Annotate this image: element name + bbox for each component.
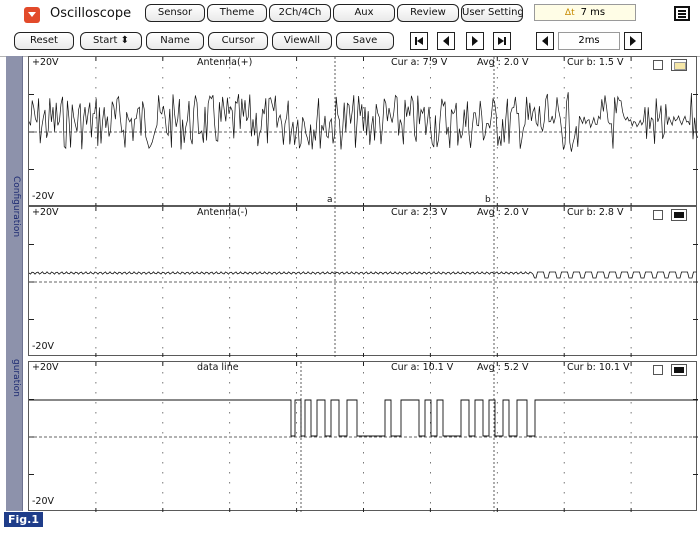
channel-2-color-swatch[interactable] bbox=[671, 209, 687, 221]
next-frame-button[interactable] bbox=[466, 32, 484, 50]
channel-1-average: Avg : 2.0 V bbox=[477, 57, 529, 68]
channel-3-cursor-b: Cur b: 10.1 V bbox=[567, 362, 630, 373]
channel-2-color-fill bbox=[674, 212, 684, 218]
last-frame-button[interactable] bbox=[493, 32, 511, 50]
configuration-tab[interactable]: Configuration bbox=[6, 56, 23, 356]
theme-button[interactable]: Theme bbox=[207, 4, 267, 22]
configuration-tab-label: Configuration bbox=[11, 176, 21, 238]
time-readout: Δt 7 ms bbox=[534, 4, 636, 21]
channel-1-color-swatch[interactable] bbox=[671, 59, 687, 71]
channel-1-bottom-scale: -20V bbox=[32, 191, 55, 202]
sensor-button[interactable]: Sensor bbox=[145, 4, 205, 22]
hamburger-menu-icon[interactable] bbox=[674, 6, 690, 21]
channel-3-top-scale: +20V bbox=[32, 362, 59, 373]
channel-1-trace bbox=[29, 92, 698, 152]
channel-1-checkbox[interactable] bbox=[653, 60, 663, 70]
channel-2-cursor-a: Cur a: 2.3 V bbox=[391, 207, 448, 218]
review-button[interactable]: Review bbox=[397, 4, 459, 22]
start-button[interactable]: Start ⬍ bbox=[80, 32, 142, 50]
timebase-value: 2ms bbox=[558, 32, 620, 50]
reset-button[interactable]: Reset bbox=[14, 32, 74, 50]
channel-2-trace bbox=[29, 271, 697, 279]
time-readout-value: 7 ms bbox=[580, 7, 606, 18]
triangle-left-icon bbox=[542, 36, 548, 46]
figure-label: Fig.1 bbox=[4, 512, 43, 527]
channel-1-name: Antenna(+) bbox=[197, 57, 253, 68]
channel-1-panel: +20V -20V Antenna(+) Cur a: 7.9 V Avg : … bbox=[28, 56, 698, 207]
channel-2-waveform bbox=[29, 207, 698, 357]
aux-button[interactable]: Aux bbox=[333, 4, 395, 22]
channel-2-cursor-b: Cur b: 2.8 V bbox=[567, 207, 624, 218]
channel-3-checkbox[interactable] bbox=[653, 365, 663, 375]
skip-forward-icon bbox=[498, 37, 506, 45]
channel-2-bottom-scale: -20V bbox=[32, 341, 55, 352]
triangle-right-icon bbox=[472, 36, 478, 46]
triangle-right-icon bbox=[630, 36, 636, 46]
channel-1-cursor-b: Cur b: 1.5 V bbox=[567, 57, 624, 68]
channel-3-color-swatch[interactable] bbox=[671, 364, 687, 376]
cursor-b-marker[interactable]: b bbox=[485, 195, 491, 205]
skip-back-icon bbox=[415, 37, 423, 45]
timebase-decrease-button[interactable] bbox=[536, 32, 554, 50]
channel-2-average: Avg : 2.0 V bbox=[477, 207, 529, 218]
app-menu-icon[interactable] bbox=[24, 7, 40, 23]
channel-2-name: Antenna(-) bbox=[197, 207, 248, 218]
channel-3-name: data line bbox=[197, 362, 239, 373]
channel-1-cursor-a: Cur a: 7.9 V bbox=[391, 57, 448, 68]
channel-1-top-scale: +20V bbox=[32, 57, 59, 68]
triangle-left-icon bbox=[443, 36, 449, 46]
channel-3-waveform bbox=[29, 362, 698, 512]
channel-3-average: Avg : 5.2 V bbox=[477, 362, 529, 373]
channel-2-checkbox[interactable] bbox=[653, 210, 663, 220]
channel-3-cursor-a: Cur a: 10.1 V bbox=[391, 362, 454, 373]
top-toolbar: Oscilloscope Sensor Theme 2Ch/4Ch Aux Re… bbox=[0, 0, 700, 57]
channel-2-panel: +20V -20V Antenna(-) Cur a: 2.3 V Avg : … bbox=[28, 206, 698, 357]
cursor-a-marker[interactable]: a bbox=[327, 195, 333, 205]
channel-3-trace bbox=[29, 399, 698, 437]
channel-3-color-fill bbox=[674, 367, 684, 373]
save-button[interactable]: Save bbox=[336, 32, 394, 50]
timebase-increase-button[interactable] bbox=[624, 32, 642, 50]
first-frame-button[interactable] bbox=[410, 32, 428, 50]
channel-2-top-scale: +20V bbox=[32, 207, 59, 218]
configuration-tab-2[interactable]: guration bbox=[6, 356, 23, 511]
channel-3-bottom-scale: -20V bbox=[32, 496, 55, 507]
prev-frame-button[interactable] bbox=[437, 32, 455, 50]
channel-3-panel: +20V -20V data line Cur a: 10.1 V Avg : … bbox=[28, 361, 698, 512]
user-setting-button[interactable]: User Setting bbox=[461, 4, 523, 22]
name-button[interactable]: Name bbox=[146, 32, 204, 50]
app-title: Oscilloscope bbox=[50, 6, 132, 21]
channel-mode-button[interactable]: 2Ch/4Ch bbox=[269, 4, 331, 22]
cursor-button[interactable]: Cursor bbox=[208, 32, 268, 50]
delta-time-icon: Δt bbox=[564, 8, 575, 18]
viewall-button[interactable]: ViewAll bbox=[272, 32, 332, 50]
channel-1-color-fill bbox=[674, 62, 686, 70]
configuration-tab-2-label: guration bbox=[11, 359, 21, 397]
channel-1-waveform bbox=[29, 57, 698, 207]
